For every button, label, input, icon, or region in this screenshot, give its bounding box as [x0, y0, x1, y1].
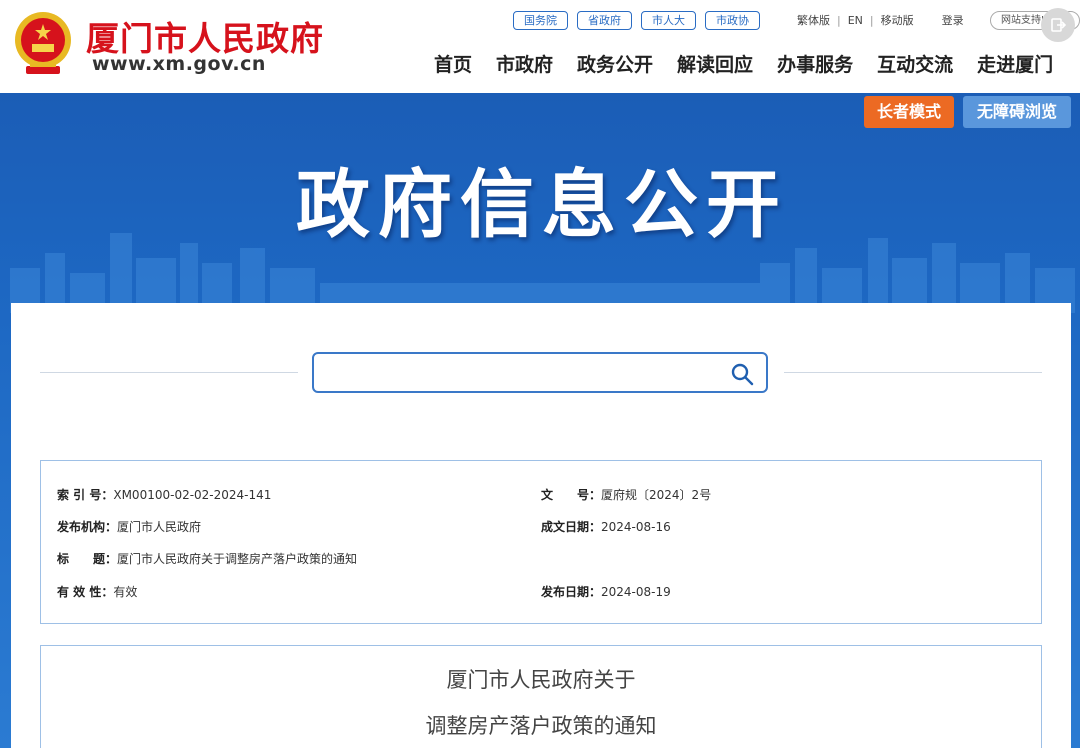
- meta-published: 发布日期：2024-08-19: [541, 583, 671, 600]
- banner-title: 政府信息公开: [296, 162, 788, 248]
- meta-created-label: 成文日期：: [541, 520, 602, 534]
- meta-issuer-label: 发布机构：: [57, 520, 118, 534]
- link-state-council[interactable]: 国务院: [513, 11, 568, 30]
- site-domain: www.xm.gov.cn: [92, 53, 266, 75]
- document-body: 厦门市人民政府关于 调整房产落户政策的通知: [40, 645, 1042, 748]
- meta-index-label: 索 引 号：: [57, 488, 114, 502]
- mobile-link[interactable]: 移动版: [881, 12, 914, 28]
- meta-index-value: XM00100-02-02-2024-141: [113, 488, 272, 502]
- elder-mode-button[interactable]: 长者模式: [864, 96, 954, 128]
- search-input[interactable]: [324, 362, 724, 384]
- traditional-chinese-link[interactable]: 繁体版: [797, 12, 830, 28]
- meta-title: 标 题：厦门市人民政府关于调整房产落户政策的通知: [57, 550, 357, 567]
- divider: [784, 372, 1042, 373]
- external-links: 国务院 省政府 市人大 市政协: [513, 11, 760, 30]
- search-box: [312, 352, 768, 393]
- main-nav: 首页 市政府 政务公开 解读回应 办事服务 互动交流 走进厦门: [434, 50, 1053, 77]
- link-city-cppcc[interactable]: 市政协: [705, 11, 760, 30]
- meta-created-value: 2024-08-16: [601, 520, 671, 534]
- site-header: 厦门市人民政府 www.xm.gov.cn 国务院 省政府 市人大 市政协 繁体…: [0, 0, 1080, 93]
- document-title-line2: 调整房产落户政策的通知: [425, 714, 657, 738]
- meta-title-value: 厦门市人民政府关于调整房产落户政策的通知: [117, 552, 358, 566]
- nav-interpretation[interactable]: 解读回应: [677, 50, 753, 77]
- meta-doc-no-label: 文 号：: [541, 488, 602, 502]
- nav-gov-affairs[interactable]: 政务公开: [577, 50, 653, 77]
- meta-published-label: 发布日期：: [541, 585, 602, 599]
- divider: [40, 372, 298, 373]
- meta-issuer: 发布机构：厦门市人民政府: [57, 518, 201, 535]
- document-metadata: 索 引 号：XM00100-02-02-2024-141 文 号：厦府规〔202…: [40, 460, 1042, 624]
- meta-doc-no-value: 厦府规〔2024〕2号: [601, 488, 712, 502]
- login-link[interactable]: 登录: [942, 12, 964, 28]
- nav-interaction[interactable]: 互动交流: [877, 50, 953, 77]
- meta-index: 索 引 号：XM00100-02-02-2024-141: [57, 486, 271, 503]
- meta-validity-label: 有 效 性：: [57, 585, 114, 599]
- meta-title-label: 标 题：: [57, 552, 118, 566]
- nav-services[interactable]: 办事服务: [777, 50, 853, 77]
- meta-validity-value: 有效: [113, 585, 138, 599]
- document-title-line1: 厦门市人民政府关于: [446, 668, 636, 692]
- nav-city-gov[interactable]: 市政府: [496, 50, 553, 77]
- meta-issuer-value: 厦门市人民政府: [117, 520, 202, 534]
- national-emblem-icon: [15, 12, 71, 74]
- link-provincial-gov[interactable]: 省政府: [577, 11, 632, 30]
- meta-created: 成文日期：2024-08-16: [541, 518, 671, 535]
- divider: |: [837, 13, 841, 27]
- nav-home[interactable]: 首页: [434, 50, 472, 77]
- link-city-congress[interactable]: 市人大: [641, 11, 696, 30]
- accessibility-button[interactable]: 无障碍浏览: [963, 96, 1071, 128]
- nav-about-xiamen[interactable]: 走进厦门: [977, 50, 1053, 77]
- search-icon[interactable]: [730, 362, 754, 386]
- divider: |: [869, 13, 874, 27]
- exit-icon[interactable]: [1041, 8, 1075, 42]
- meta-doc-no: 文 号：厦府规〔2024〕2号: [541, 486, 711, 503]
- content-panel: 索 引 号：XM00100-02-02-2024-141 文 号：厦府规〔202…: [11, 303, 1071, 748]
- utility-links: 繁体版 | EN | 移动版 登录: [797, 12, 964, 28]
- english-link[interactable]: EN: [848, 14, 863, 27]
- meta-published-value: 2024-08-19: [601, 585, 671, 599]
- meta-validity: 有 效 性：有效: [57, 583, 137, 600]
